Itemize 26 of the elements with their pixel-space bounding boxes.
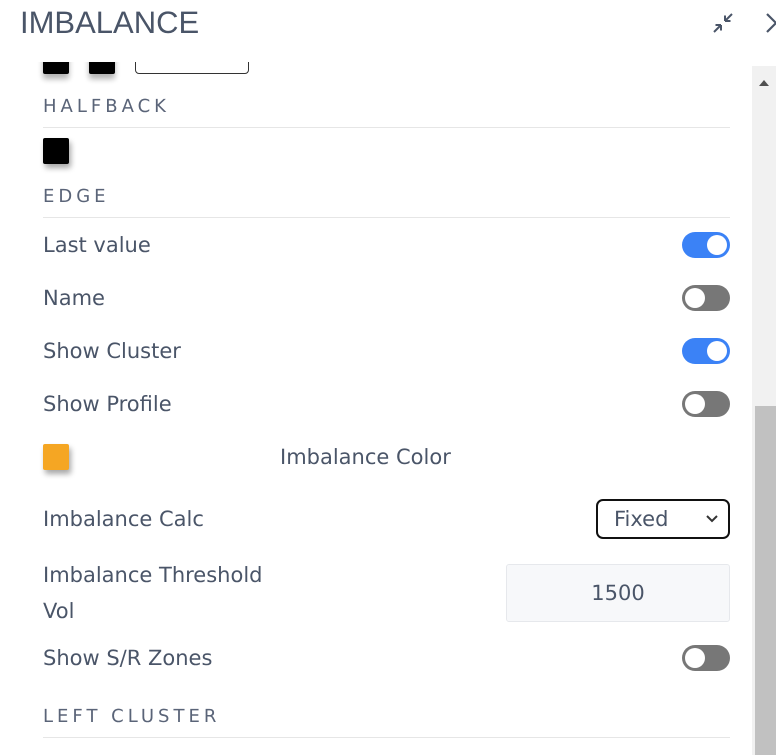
toggle-switch[interactable] xyxy=(682,338,730,364)
compress-icon[interactable] xyxy=(711,11,735,35)
color-swatch[interactable] xyxy=(43,138,69,164)
option-label: Name xyxy=(43,286,105,310)
option-label: Imbalance Threshold Vol xyxy=(43,562,263,625)
toggle-switch[interactable] xyxy=(682,284,730,310)
section-heading: LEFT CLUSTER xyxy=(43,706,220,727)
chevron-down-icon xyxy=(706,515,718,523)
scroll-up-icon[interactable] xyxy=(759,80,769,86)
section-heading: HALFBACK xyxy=(43,96,170,117)
scroll-thumb[interactable] xyxy=(755,406,776,755)
option-label: Last value xyxy=(43,232,151,256)
option-label: Show Profile xyxy=(43,392,172,416)
option-label: Show Cluster xyxy=(43,338,181,362)
dropdown[interactable]: Fixed xyxy=(596,499,730,539)
window-title: IMBALANCE xyxy=(20,5,200,41)
option-label: Imbalance Calc xyxy=(43,507,204,531)
option-label: Imbalance Color xyxy=(280,444,451,468)
number-field[interactable]: 1500 xyxy=(506,564,730,622)
section-heading: EDGE xyxy=(43,186,110,207)
toggle-switch[interactable] xyxy=(682,232,730,258)
color-swatch[interactable] xyxy=(43,444,69,470)
option-label: Show S/R Zones xyxy=(43,646,212,670)
toggle-switch[interactable] xyxy=(682,390,730,416)
scrollbar[interactable] xyxy=(752,66,776,755)
toggle-switch[interactable] xyxy=(682,644,730,670)
